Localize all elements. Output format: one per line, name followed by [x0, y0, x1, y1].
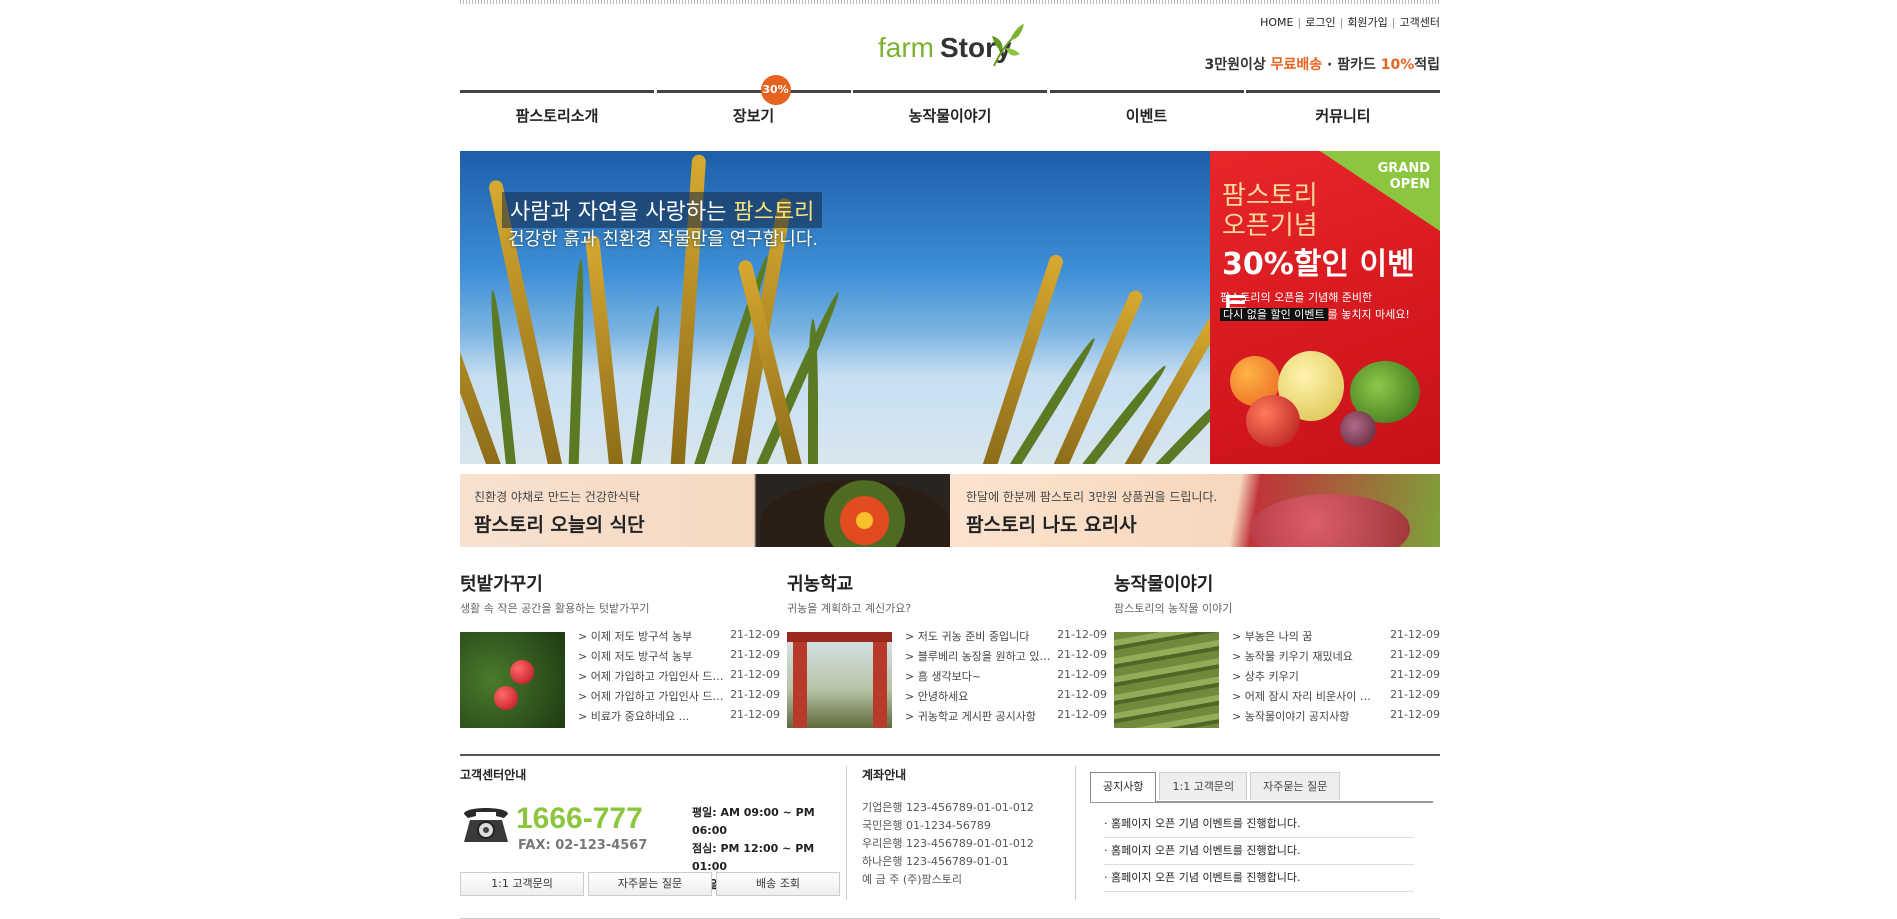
section-garden-list: > 이제 저도 방구석 농부 21-12-09 > 이제 저도 방구석 농부 21-… [578, 628, 780, 728]
login-link[interactable]: 로그인 [1305, 16, 1335, 29]
section-crops-list: > 부농은 나의 꿈 21-12-09 > 농작물 키우기 재밌네요 21-12-0… [1232, 628, 1440, 728]
list-item[interactable]: > 부농은 나의 꿈 21-12-09 [1232, 628, 1440, 648]
banner-cook[interactable]: 한달에 한분께 팜스토리 3만원 상품권을 드립니다. 팜스토리 나도 요리사 [950, 474, 1440, 547]
banner-cook-title: 팜스토리 나도 요리사 [966, 514, 1137, 536]
list-item[interactable]: > 어제 잠시 자리 비운사이 양배추가21-12-09 [1232, 688, 1440, 708]
tab-faq[interactable]: 자주묻는 질문 [1250, 772, 1341, 800]
list-item[interactable]: > 안녕하세요 21-12-09 [905, 688, 1107, 708]
banner-today-menu[interactable]: 친환경 야채로 만드는 건강한식탁 팜스토리 오늘의 식단 [460, 474, 950, 547]
event-banner[interactable]: GRANDOPEN 팜스토리오픈기념 30%할인 이벤트 팜스토리의 오픈을 기… [1210, 151, 1440, 464]
rice-leaf [487, 289, 518, 464]
bibimbap-image [760, 480, 950, 547]
rice-stalk [584, 234, 624, 464]
list-item[interactable]: > 농작물이야기 공지사항 21-12-09 [1232, 708, 1440, 728]
nav-item-about[interactable]: 팜스토리소개 [460, 90, 654, 130]
list-item[interactable]: > 흠 생각보다~ 21-12-09 [905, 668, 1107, 688]
footer-divider [460, 754, 1440, 756]
notice-item[interactable]: · 홈페이지 오픈 기념 이벤트를 진행합니다. [1104, 838, 1414, 865]
notice-item[interactable]: · 홈페이지 오픈 기념 이벤트를 진행합니다. [1104, 811, 1414, 838]
section-school-sub: 귀농을 계획하고 계신가요? [787, 602, 912, 615]
rice-leaf [628, 305, 664, 464]
join-link[interactable]: 회원가입 [1347, 16, 1387, 29]
tea-field-thumbnail[interactable] [1114, 632, 1219, 728]
hero-headline: 사람과 자연을 사랑하는 팜스토리 [502, 192, 823, 228]
delivery-button[interactable]: 배송 조회 [716, 872, 840, 896]
footer-divider-2 [1075, 766, 1076, 900]
logo-farm-text: farm [878, 32, 934, 63]
section-garden-sub: 생활 속 작은 공간을 활용하는 텃밭가꾸기 [460, 602, 650, 615]
list-item[interactable]: > 상추 키우기 21-12-09 [1232, 668, 1440, 688]
home-link[interactable]: HOME [1260, 16, 1293, 29]
banner-today-title: 팜스토리 오늘의 식단 [474, 514, 645, 536]
section-school-title[interactable]: 귀농학교 [787, 570, 1107, 596]
apple-image [1246, 395, 1300, 447]
nav-item-shop[interactable]: 30% 장보기 [656, 75, 851, 130]
main-nav: 팜스토리소개 30% 장보기 농작물이야기 이벤트 커뮤니티 [460, 75, 1440, 130]
cs-phone-number: 1666-777 [516, 802, 643, 835]
list-item[interactable]: > 이제 저도 방구석 농부 21-12-09 [578, 648, 780, 668]
list-item[interactable]: > 어제 가입하고 가입인사 드립니다21-12-09 [578, 688, 780, 708]
nav-item-crops[interactable]: 농작물이야기 [853, 90, 1047, 130]
salad-image [1250, 494, 1410, 547]
cherry-thumbnail[interactable] [460, 632, 565, 728]
section-garden-title[interactable]: 텃밭가꾸기 [460, 570, 780, 596]
section-garden: 텃밭가꾸기 생활 속 작은 공간을 활용하는 텃밭가꾸기 > 이제 저도 방구석… [460, 570, 780, 728]
account-line: 국민은행 01-1234-56789 [862, 819, 991, 832]
cs-buttons: 1:1 고객문의 자주묻는 질문 배송 조회 [460, 872, 840, 896]
list-item[interactable]: > 귀농학교 게시판 공시사항 21-12-09 [905, 708, 1107, 728]
telephone-icon [464, 808, 508, 842]
tab-bar: 공지사항 1:1 고객문의 자주묻는 질문 [1090, 772, 1433, 803]
event-title: 팜스토리 오픈기념 [1222, 181, 1318, 241]
rice-stalk [1120, 314, 1210, 464]
notice-item[interactable]: · 홈페이지 오픈 기념 이벤트를 진행합니다. [1104, 865, 1414, 892]
nav-item-community[interactable]: 커뮤니티 [1246, 90, 1440, 130]
list-item[interactable]: > 비료가 중요하네요 ... 21-12-09 [578, 708, 780, 728]
tab-notice[interactable]: 공지사항 [1090, 772, 1157, 802]
grand-open-label: GRAND OPEN [1377, 161, 1430, 192]
hero-banner: 사람과 자연을 사랑하는 팜스토리 건강한 흙과 친환경 작물만을 연구합니다. [460, 151, 1210, 464]
account-line: 하나은행 123-456789-01-01 [862, 855, 1009, 868]
fig-image [1340, 411, 1376, 447]
leaf-icon [992, 24, 1024, 67]
list-item[interactable]: > 블루베리 농장을 원하고 있습니다21-12-09 [905, 648, 1107, 668]
logo[interactable]: farm Story [878, 22, 1024, 77]
cs-fax: FAX: 02-123-4567 [518, 838, 648, 853]
rice-stalk [980, 253, 1065, 464]
account-line: 우리은행 123-456789-01-01-012 [862, 837, 1034, 850]
banner-cook-sub: 한달에 한분께 팜스토리 3만원 상품권을 드립니다. [966, 490, 1218, 504]
page: HOME | 로그인 | 회원가입 | 고객센터 farm Story 3만원이상 무료배송… [460, 0, 1440, 919]
list-item[interactable]: > 어제 가입하고 가입인사 드립니다21-12-09 [578, 668, 780, 688]
nav-item-event[interactable]: 이벤트 [1049, 90, 1244, 130]
section-crops-title[interactable]: 농작물이야기 [1114, 570, 1440, 596]
banner-today-sub: 친환경 야채로 만드는 건강한식탁 [474, 490, 641, 504]
section-crops-sub: 팜스토리의 농작물 이야기 [1114, 602, 1233, 615]
footer-divider-1 [846, 766, 847, 900]
cs-title: 고객센터안내 [460, 768, 527, 782]
promo-text: 3만원이상 무료배송 · 팜카드 10%적립 [1204, 57, 1440, 73]
account-line: 기업은행 123-456789-01-01-012 [862, 801, 1034, 814]
notice-list: · 홈페이지 오픈 기념 이벤트를 진행합니다. · 홈페이지 오픈 기념 이벤… [1104, 811, 1414, 892]
rice-leaf [568, 258, 586, 464]
notice-tabs: 공지사항 1:1 고객문의 자주묻는 질문 · 홈페이지 오픈 기념 이벤트를 … [1090, 772, 1433, 892]
top-dotted-line [460, 0, 1440, 4]
section-school: 귀농학교 귀농을 계획하고 계신가요? > 저도 귀농 준비 중입니다 21-12… [787, 570, 1107, 728]
inquiry-button[interactable]: 1:1 고객문의 [460, 872, 584, 896]
section-crops: 농작물이야기 팜스토리의 농작물 이야기 > 부농은 나의 꿈 21-12-09 … [1114, 570, 1440, 728]
utility-menu: HOME | 로그인 | 회원가입 | 고객센터 [1260, 16, 1440, 29]
list-item[interactable]: > 이제 저도 방구석 농부 21-12-09 [578, 628, 780, 648]
discount-badge: 30% [760, 75, 791, 105]
list-item[interactable]: > 농작물 키우기 재밌네요 21-12-09 [1232, 648, 1440, 668]
account-info: 계좌안내 기업은행 123-456789-01-01-012 국민은행 01-1… [862, 766, 1062, 889]
tab-inquiry[interactable]: 1:1 고객문의 [1159, 772, 1248, 800]
customer-center: 고객센터안내 1666-777 FAX: 02-123-4567 평일: AM … [460, 766, 840, 896]
account-title: 계좌안내 [862, 768, 907, 782]
list-item[interactable]: > 저도 귀농 준비 중입니다 21-12-09 [905, 628, 1107, 648]
account-line: 예 금 주 (주)팜스토리 [862, 873, 963, 886]
support-link[interactable]: 고객센터 [1400, 16, 1440, 29]
faq-button[interactable]: 자주묻는 질문 [588, 872, 712, 896]
event-desc: 팜스토리의 오픈을 기념해 준비한 다시 없을 할인 이벤트 를 놓치지 마세요! [1220, 291, 1410, 321]
hero-subline: 건강한 흙과 친환경 작물만을 연구합니다. [508, 229, 819, 250]
gate-thumbnail[interactable] [787, 632, 892, 728]
section-school-list: > 저도 귀농 준비 중입니다 21-12-09 > 블루베리 농장을 원하고 있… [905, 628, 1107, 728]
